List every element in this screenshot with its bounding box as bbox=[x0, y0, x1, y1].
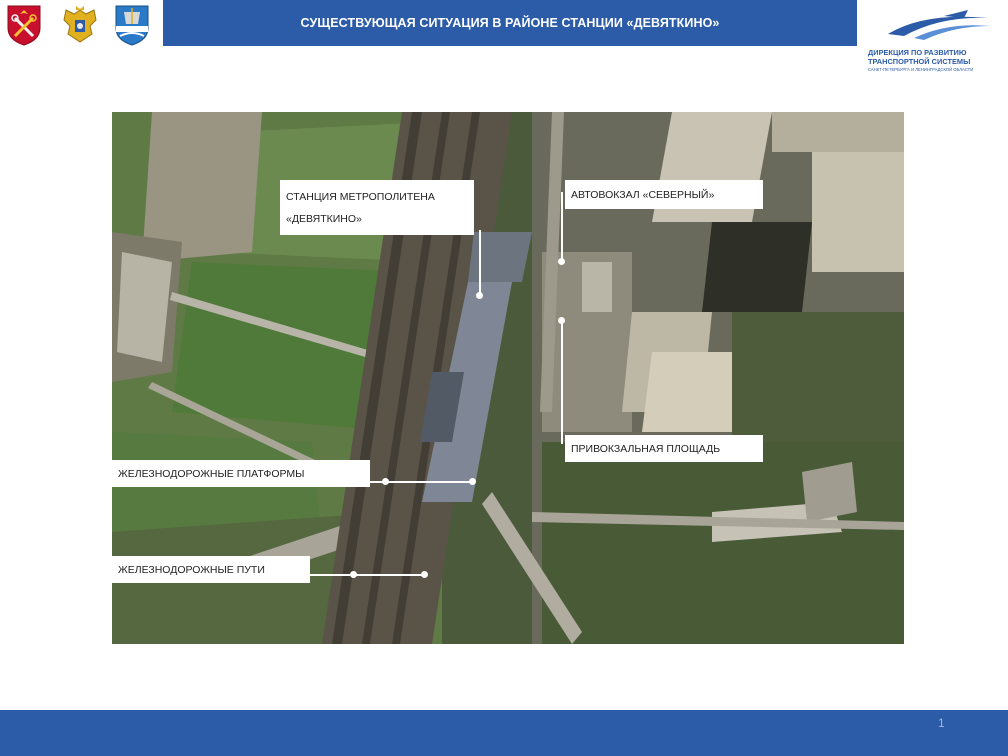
station-square-label-text: ПРИВОКЗАЛЬНАЯ ПЛОЩАДЬ bbox=[571, 443, 721, 455]
railway-tracks-marker-2 bbox=[421, 571, 428, 578]
footer-bar bbox=[0, 710, 1008, 756]
metro-station-label-line2: «ДЕВЯТКИНО» bbox=[286, 213, 362, 225]
station-square-label: ПРИВОКЗАЛЬНАЯ ПЛОЩАДЬ bbox=[565, 435, 763, 462]
railway-tracks-marker-1 bbox=[350, 571, 357, 578]
satellite-map[interactable]: СТАНЦИЯ МЕТРОПОЛИТЕНА «ДЕВЯТКИНО» АВТОВО… bbox=[112, 112, 904, 644]
metro-station-leader bbox=[479, 230, 481, 296]
saint-petersburg-coat-of-arms-icon bbox=[7, 5, 41, 46]
logo-text-line2: ТРАНСПОРТНОЙ СИСТЕМЫ bbox=[868, 57, 971, 66]
metro-station-marker bbox=[476, 292, 483, 299]
railway-tracks-label: ЖЕЛЕЗНОДОРОЖНЫЕ ПУТИ bbox=[112, 556, 310, 583]
federal-eagle-emblem-icon bbox=[63, 6, 97, 43]
bus-station-marker bbox=[558, 258, 565, 265]
page-title-bar: СУЩЕСТВУЮЩАЯ СИТУАЦИЯ В РАЙОНЕ СТАНЦИИ «… bbox=[163, 0, 857, 46]
page-title: СУЩЕСТВУЮЩАЯ СИТУАЦИЯ В РАЙОНЕ СТАНЦИИ «… bbox=[300, 16, 720, 30]
bus-station-label-text: АВТОВОКЗАЛ «СЕВЕРНЫЙ» bbox=[571, 189, 715, 201]
station-square-marker bbox=[558, 317, 565, 324]
railway-tracks-leader bbox=[310, 574, 426, 576]
transport-directorate-logo: ДИРЕКЦИЯ ПО РАЗВИТИЮ ТРАНСПОРТНОЙ СИСТЕМ… bbox=[866, 8, 1000, 78]
metro-station-label-line1: СТАНЦИЯ МЕТРОПОЛИТЕНА bbox=[286, 191, 435, 203]
station-square-leader bbox=[561, 320, 563, 444]
page-number: 1 bbox=[938, 716, 945, 730]
railway-tracks-label-text: ЖЕЛЕЗНОДОРОЖНЫЕ ПУТИ bbox=[118, 564, 265, 576]
railway-platforms-label: ЖЕЛЕЗНОДОРОЖНЫЕ ПЛАТФОРМЫ bbox=[112, 460, 370, 487]
bus-station-label: АВТОВОКЗАЛ «СЕВЕРНЫЙ» bbox=[565, 180, 763, 209]
railway-platforms-marker-2 bbox=[469, 478, 476, 485]
bus-station-leader bbox=[561, 192, 563, 262]
railway-platforms-label-text: ЖЕЛЕЗНОДОРОЖНЫЕ ПЛАТФОРМЫ bbox=[118, 468, 305, 480]
swoosh-logo-icon bbox=[888, 10, 990, 40]
logo-text-line1: ДИРЕКЦИЯ ПО РАЗВИТИЮ bbox=[868, 48, 967, 57]
railway-platforms-marker-1 bbox=[382, 478, 389, 485]
logo-text-line3: САНКТ-ПЕТЕРБУРГА И ЛЕНИНГРАДСКОЙ ОБЛАСТИ bbox=[868, 67, 974, 72]
metro-station-label: СТАНЦИЯ МЕТРОПОЛИТЕНА «ДЕВЯТКИНО» bbox=[280, 180, 474, 235]
leningrad-oblast-coat-of-arms-icon bbox=[115, 5, 149, 46]
